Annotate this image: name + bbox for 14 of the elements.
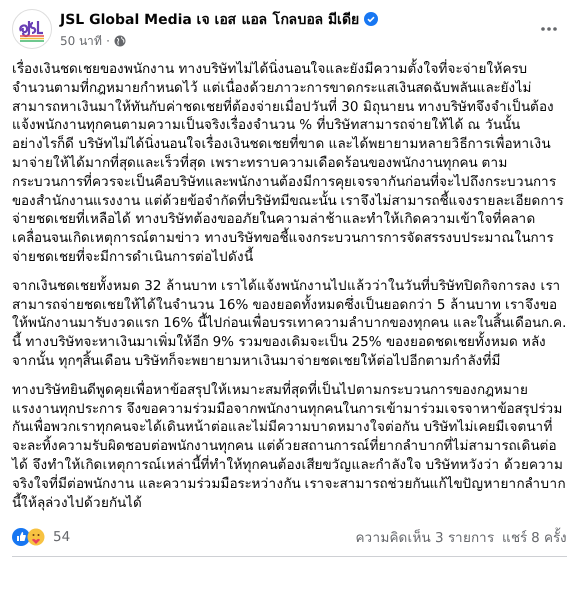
care-reaction-icon[interactable] bbox=[27, 528, 45, 546]
post-paragraph: จากเงินชดเชยทั้งหมด 32 ล้านบาท เราได้แจ้งพนักงานไปแล้วว่าในวันที่บริษัทปิดกิจการลง เราสามารถจ่ายชดเชยให้ได้ในจำนวน 16% ของยอดทั้งหมดซึ่งเป็นยอดกว่า 5 ล้านบาท เราจึงขอให้พนักงานมารับงวดแรก 16% นี้ไปก่อนเพื่อบรรเทาความลำบากของทุกคน และในสิ้นเดือนก.ค. นี้ ทางบริษัทจะหาเงินมาเพิ่มให้อีก 9% รวมของเดิมจะเป็น 25% ของยอดชดเชยทั้งหมด หลังจากนั้น ทุกๆสิ้นเดือน บริษัทก็จะพยายามหาเงินมาจ่ายชดเชยให้ต่อไปอีกตามกำลังที่มี bbox=[12, 276, 567, 371]
post-paragraph: ทางบริษัทยินดีพูดคุยเพื่อหาข้อสรุปให้เหมาะสมที่สุดที่เป็นไปตามกระบวนการของกฎหมายแรงงานทุกประการ จึงขอความร่วมมือจากพนักงานทุกคนในการเข้ามาร่วมเจรจาหาข้อสรุปร่วมกันเพื่อพวกเราทุกคนจะได้เดินหน้าต่อและไม่มีความบาดหมางใจต่อกัน บริษัทไม่เคยมีเจตนาที่จะละทิ้งความรับผิดชอบต่อพนักงานทุกคน แต่ด้วยสถานการณ์ที่ยากลำบากที่ไม่สามารถเดินต่อได้ จึงทำให้เกิดเหตุการณ์เหล่านี้ที่ทำให้ทุกคนต้องเสียขวัญและกำลังใจ บริษัทหวังว่า ด้วยความจริงใจที่มีต่อพนักงาน และความร่วมมือระหว่างกัน เราจะสามารถช่วยกันแก้ไขปัญหายากลำบากนี้ให้ลุล่วงไปด้วยกันได้ bbox=[12, 380, 567, 512]
more-options-icon[interactable] bbox=[541, 27, 557, 31]
reaction-count[interactable]: 54 bbox=[53, 529, 70, 546]
like-reaction-icon[interactable] bbox=[12, 528, 30, 546]
comments-count[interactable]: ความคิดเห็น 3 รายการ bbox=[356, 526, 494, 548]
post-paragraph: เรื่องเงินชดเชยของพนักงาน ทางบริษัทไม่ได้นิ่งนอนใจและยังมีความตั้งใจที่จะจ่ายให้ครบจำนวนตามที่กฎหมายกำหนดไว้ แต่เนื่องด้วยภาวะการขาดกระแสเงินสดฉับพลันและยังไม่สามารถหาเงินมาให้ทันกับค่าชดเชยที่ต้องจ่ายเมื่อปวันที่ 30 มิถุนายน ทางบริษัทจึงจำเป็นต้องแจ้งพนักงานทุกคนตามความเป็นจริงเรื่องจำนวน % ที่บริษัทสามารถจ่ายให้ได้ ณ วันนั้น อย่างไรก็ดี บริษัทไม่ได้นิ่งนอนใจเรื่องเงินชดเชยที่ขาด และได้พยายามหลายวิธีการเพื่อหาเงินมาจ่ายให้ได้มากที่สุดและเร็วที่สุด เพราะทราบความเดือดร้อนของพนักงานทุกคน ตามกระบวนการที่ควรจะเป็นคือบริษัทและพนักงานต้องมีการคุยเจรจากันก่อนที่จะไปถึงกระบวนการของสำนักงานแรงงาน แต่ด้วยข้อจำกัดที่บริษัทมีขณะนั้น เราจึงไม่สามารถชี้แจงรายละเอียดการจ่ายชดเชยที่เหลือได้ ทางบริษัทต้องขออภัยในความล่าช้าและทำให้เกิดความเข้าใจที่คลาดเคลื่อนจนเกิดเหตุการณ์ตามข่าว ทางบริษัทขอชี้แจงกระบวนการการจัดสรรงบประมาณในการจ่ายชดเชยที่จะมีการดำเนินการต่อไปดังนี้ bbox=[12, 60, 567, 267]
logo-icon[interactable] bbox=[12, 9, 52, 49]
post-time[interactable]: 50 นาที bbox=[60, 31, 102, 50]
shares-count[interactable]: แชร์ 8 ครั้ง bbox=[502, 526, 567, 548]
globe-icon bbox=[114, 34, 126, 46]
page-name[interactable]: JSL Global Media เจ เอส แอล โกลบอล มีเดีย bbox=[60, 8, 360, 30]
separator-dot: · bbox=[106, 34, 110, 48]
